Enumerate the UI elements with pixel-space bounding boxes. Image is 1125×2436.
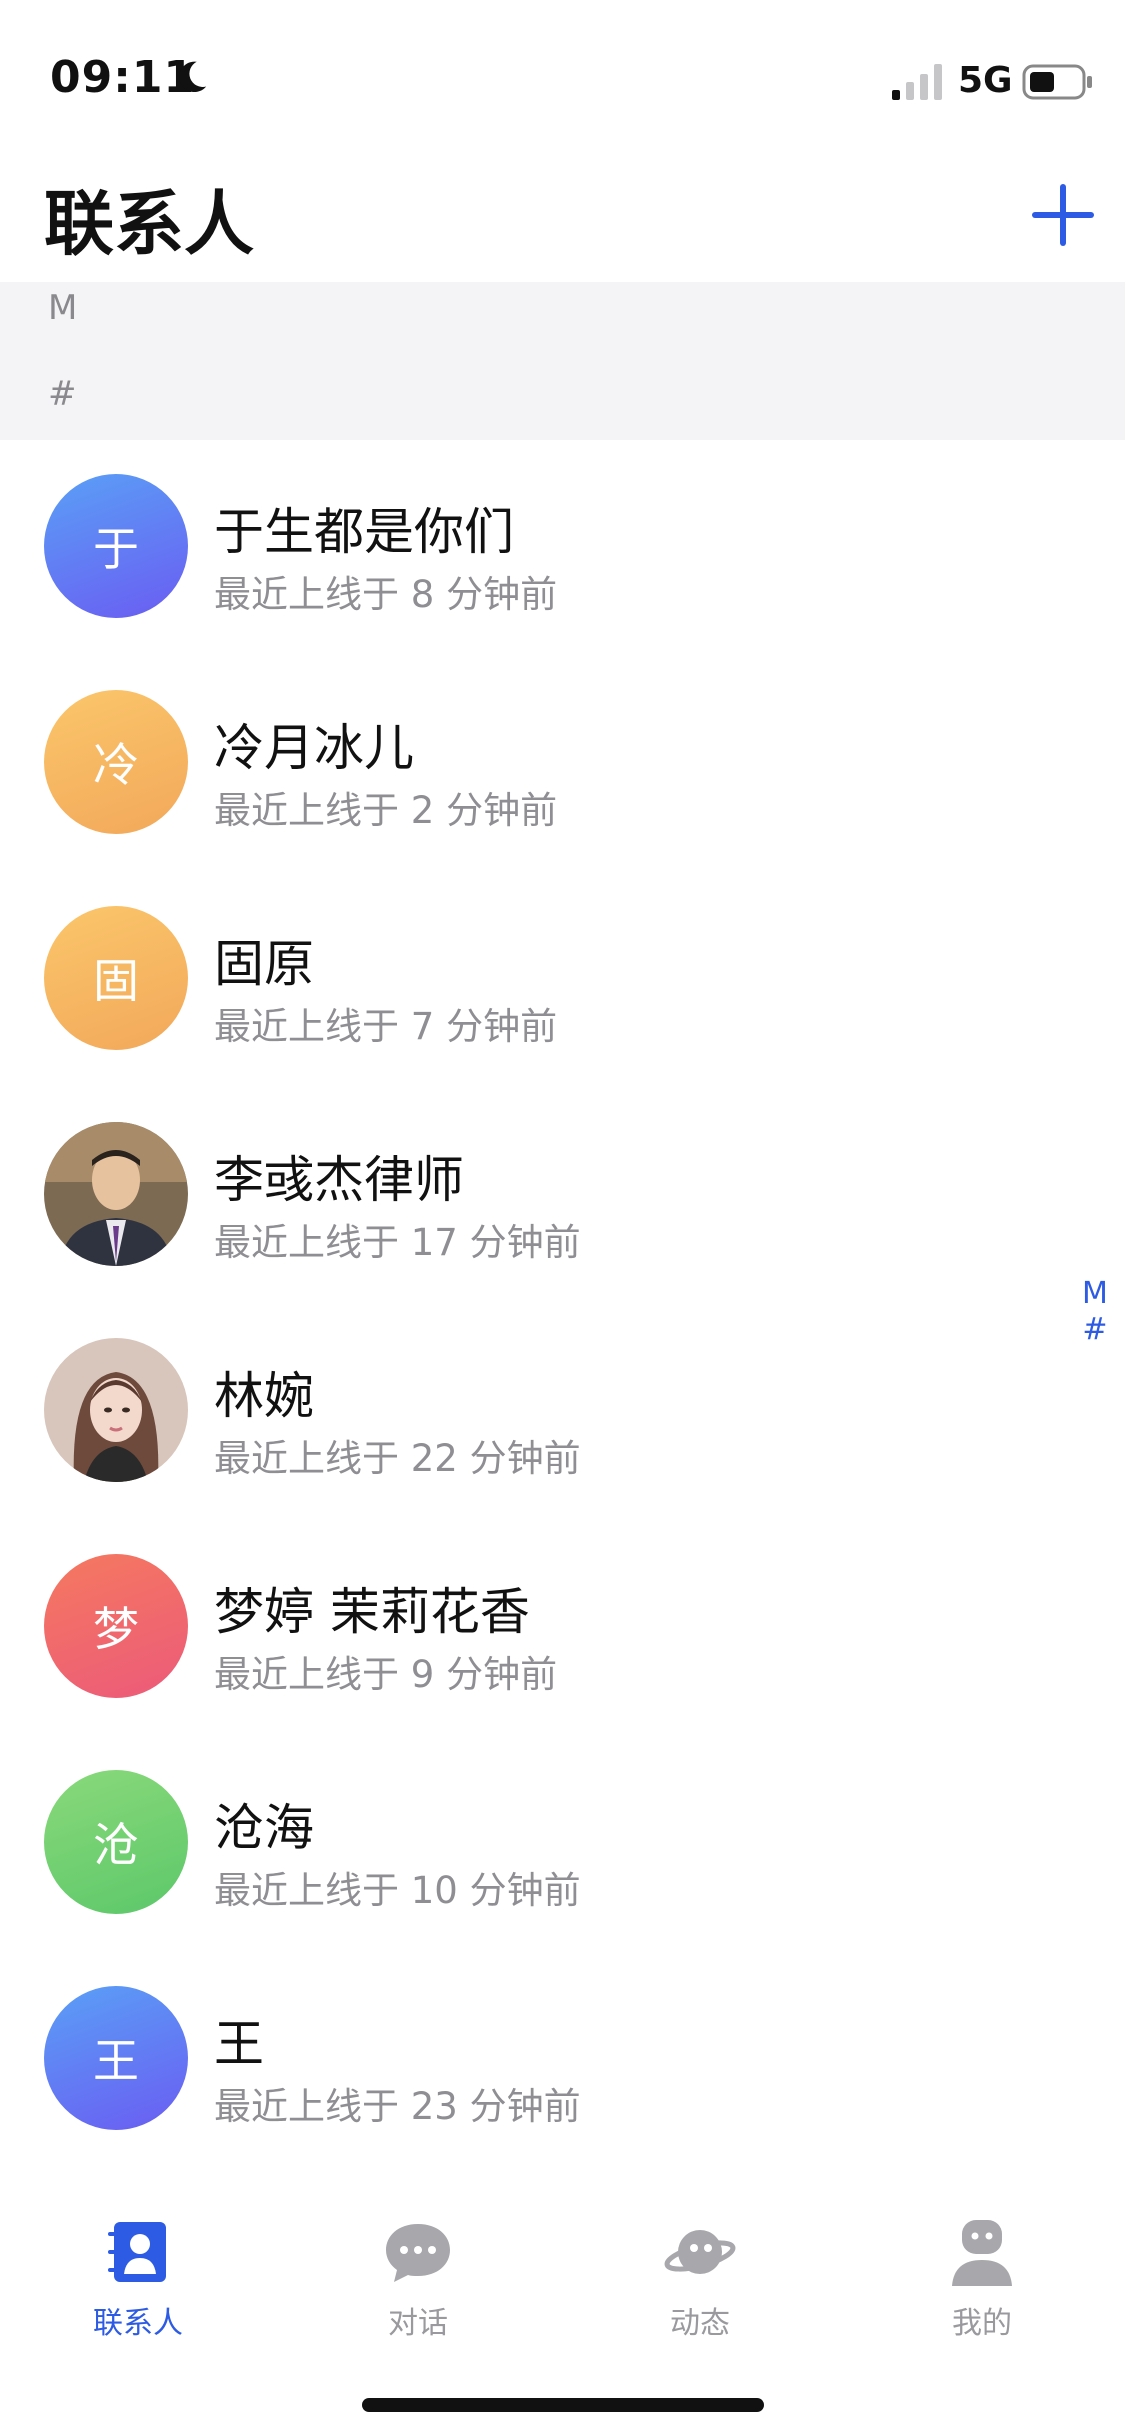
contact-status: 最近上线于 23 分钟前 [214,2085,581,2128]
contact-name: 王 [214,2015,264,2073]
avatar-photo [44,1338,188,1482]
signal-icon [892,64,942,100]
tab-contacts[interactable]: 联系人 [38,2216,238,2346]
profile-icon [952,2220,1012,2286]
tab-chat[interactable]: 对话 [318,2216,518,2346]
side-alphabet-index[interactable]: M # [1078,1276,1112,1348]
contact-status: 最近上线于 8 分钟前 [214,573,558,616]
home-indicator [362,2398,764,2412]
contact-name: 于生都是你们 [214,503,514,561]
avatar-initial: 冷 [93,738,139,792]
contact-row[interactable]: 梦 梦婷 茉莉花香 最近上线于 9 分钟前 [0,1520,1125,1736]
tab-label: 我的 [952,2306,1012,2341]
section-letter-m: M [48,288,78,328]
network-label: 5G [958,60,1013,101]
contact-name: 固原 [214,935,314,993]
avatar-photo [44,1122,188,1266]
tab-label: 动态 [670,2306,730,2341]
tab-profile[interactable]: 我的 [882,2216,1082,2346]
avatar: 冷 [44,690,188,834]
battery-icon [1022,64,1092,100]
avatar-initial: 沧 [93,1818,139,1872]
contact-row[interactable]: 固 固原 最近上线于 7 分钟前 [0,872,1125,1088]
tab-label: 联系人 [93,2306,183,2341]
contact-name: 冷月冰儿 [214,719,414,777]
moon-icon [179,61,207,93]
index-letter-hash[interactable]: # [1078,1312,1112,1348]
index-letter-m[interactable]: M [1078,1276,1112,1312]
status-bar: 09:11 5G [0,0,1125,150]
person-photo-icon [44,1338,188,1482]
contact-row[interactable]: 于 于生都是你们 最近上线于 8 分钟前 [0,440,1125,656]
section-index-band: M # [0,282,1125,440]
contact-name: 李彧杰律师 [214,1151,464,1209]
avatar: 于 [44,474,188,618]
contact-row[interactable]: 王 王 最近上线于 23 分钟前 [0,1952,1125,2168]
page-title: 联系人 [44,183,254,265]
section-letter-hash: # [48,374,77,414]
contact-row[interactable]: 林婉 最近上线于 22 分钟前 [0,1304,1125,1520]
contact-status: 最近上线于 9 分钟前 [214,1653,558,1696]
contact-status: 最近上线于 7 分钟前 [214,1005,558,1048]
contact-row[interactable]: 沧 沧海 最近上线于 10 分钟前 [0,1736,1125,1952]
add-contact-button[interactable] [1028,180,1098,250]
contact-row[interactable]: 冷 冷月冰儿 最近上线于 2 分钟前 [0,656,1125,872]
avatar: 固 [44,906,188,1050]
contacts-icon [108,2222,166,2282]
avatar-initial: 梦 [93,1602,139,1656]
tab-label: 对话 [388,2306,448,2341]
avatar-initial: 王 [93,2034,139,2088]
avatar-initial: 于 [93,522,139,576]
chat-icon [386,2224,450,2282]
contact-row[interactable]: 李彧杰律师 最近上线于 17 分钟前 [0,1088,1125,1304]
contact-name: 林婉 [214,1367,314,1425]
contact-status: 最近上线于 17 分钟前 [214,1221,581,1264]
planet-icon [664,2230,736,2274]
avatar-initial: 固 [93,954,139,1008]
contact-name: 沧海 [214,1799,314,1857]
contact-status: 最近上线于 2 分钟前 [214,789,558,832]
avatar: 王 [44,1986,188,2130]
contact-status: 最近上线于 22 分钟前 [214,1437,581,1480]
contact-name: 梦婷 茉莉花香 [214,1583,530,1641]
tab-moments[interactable]: 动态 [600,2216,800,2346]
person-photo-icon [44,1122,188,1266]
avatar: 沧 [44,1770,188,1914]
contact-status: 最近上线于 10 分钟前 [214,1869,581,1912]
avatar: 梦 [44,1554,188,1698]
